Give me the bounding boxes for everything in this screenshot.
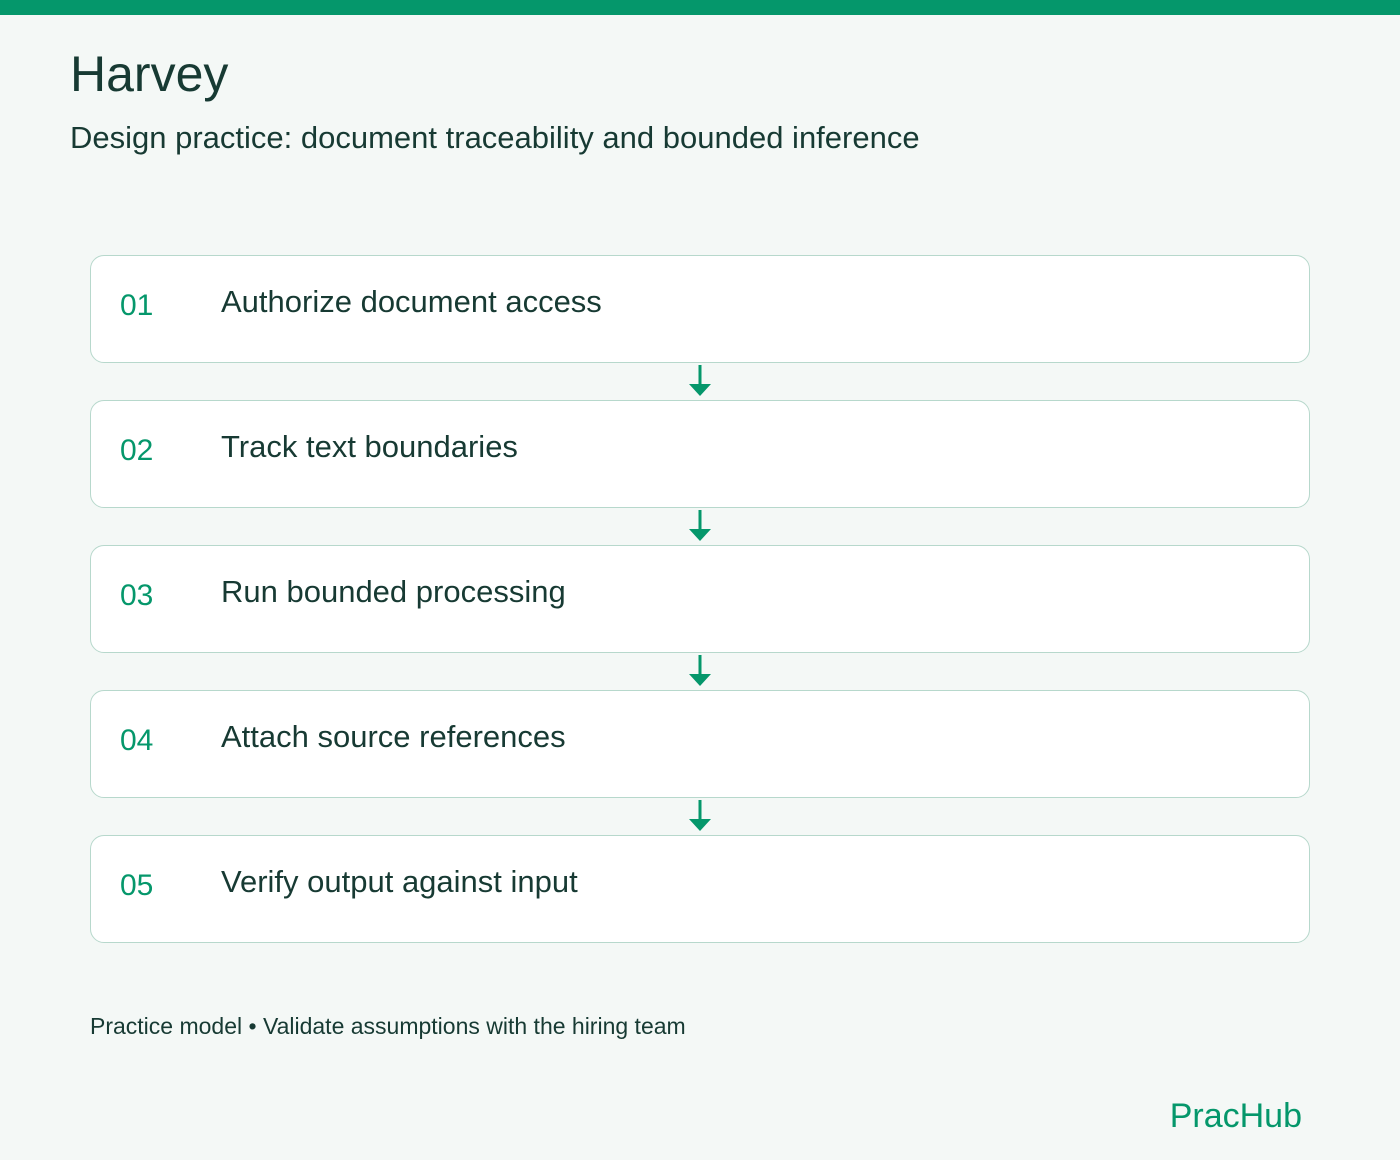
arrow-down-icon bbox=[689, 800, 711, 831]
step-number: 04 bbox=[120, 724, 154, 757]
step-label: Run bounded processing bbox=[221, 574, 566, 609]
step-label: Attach source references bbox=[221, 719, 566, 754]
arrow-down-icon bbox=[689, 365, 711, 396]
footnote: Practice model • Validate assumptions wi… bbox=[90, 1013, 686, 1039]
step-card-3: 03 Run bounded processing bbox=[90, 545, 1310, 653]
step-label: Track text boundaries bbox=[221, 429, 518, 464]
step-number: 05 bbox=[120, 869, 154, 902]
step-label: Authorize document access bbox=[221, 284, 602, 319]
page-subtitle: Design practice: document traceability a… bbox=[70, 120, 920, 155]
page-title: Harvey bbox=[70, 46, 229, 102]
arrow-down-icon bbox=[689, 510, 711, 541]
step-card-1: 01 Authorize document access bbox=[90, 255, 1310, 363]
arrow-down-icon bbox=[689, 655, 711, 686]
step-number: 02 bbox=[120, 434, 154, 467]
step-card-2: 02 Track text boundaries bbox=[90, 400, 1310, 508]
step-card-4: 04 Attach source references bbox=[90, 690, 1310, 798]
step-card-5: 05 Verify output against input bbox=[90, 835, 1310, 943]
step-label: Verify output against input bbox=[221, 864, 578, 899]
step-number: 01 bbox=[120, 289, 154, 322]
brand-logo: PracHub bbox=[1169, 1097, 1302, 1135]
step-number: 03 bbox=[120, 579, 154, 612]
top-accent-bar bbox=[0, 0, 1400, 15]
